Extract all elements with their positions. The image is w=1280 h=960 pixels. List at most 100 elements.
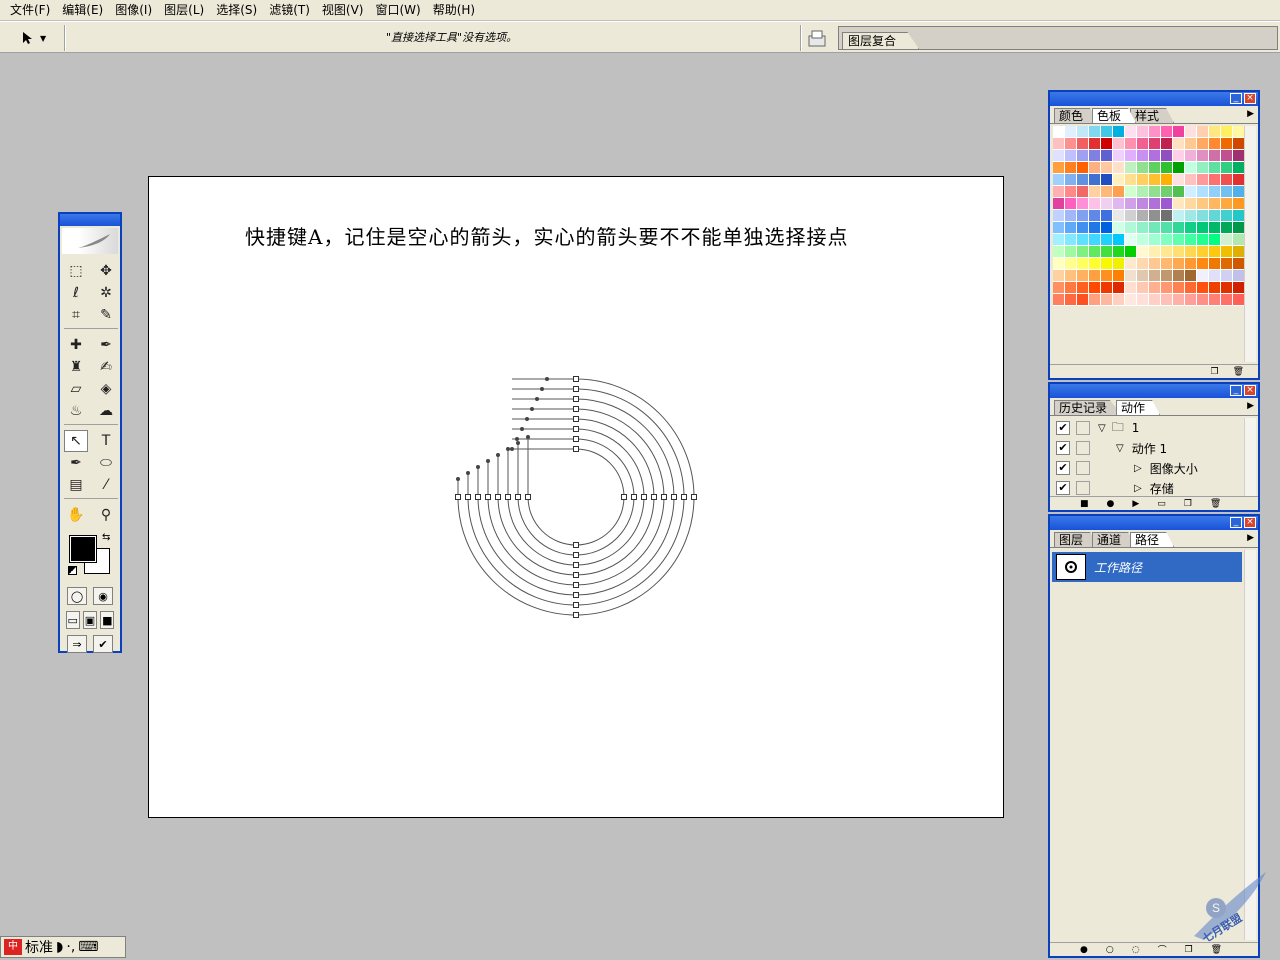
- color-swatch[interactable]: [1065, 126, 1077, 138]
- color-swatch[interactable]: [1149, 126, 1161, 138]
- color-swatch[interactable]: [1221, 258, 1233, 270]
- color-swatch[interactable]: [1089, 126, 1101, 138]
- screen-mode-full-menu-button[interactable]: ▣: [82, 611, 97, 629]
- color-swatch[interactable]: [1197, 198, 1209, 210]
- color-swatch[interactable]: [1065, 258, 1077, 270]
- palette-title-bar[interactable]: _ ×: [1050, 516, 1258, 530]
- color-swatch[interactable]: [1149, 282, 1161, 294]
- file-browser-icon[interactable]: [806, 28, 828, 48]
- color-swatch[interactable]: [1221, 198, 1233, 210]
- action-row[interactable]: ✔ ▽ 动作 1: [1050, 438, 1246, 458]
- color-swatch[interactable]: [1161, 210, 1173, 222]
- color-swatch[interactable]: [1173, 126, 1185, 138]
- color-swatch[interactable]: [1173, 138, 1185, 150]
- color-swatch[interactable]: [1077, 150, 1089, 162]
- color-swatch[interactable]: [1197, 258, 1209, 270]
- color-swatch[interactable]: [1185, 246, 1197, 258]
- make-work-path-icon[interactable]: ⌒: [1158, 943, 1167, 956]
- color-swatch[interactable]: [1125, 210, 1137, 222]
- ime-mode-label[interactable]: 标准: [25, 937, 53, 957]
- color-swatch[interactable]: [1137, 162, 1149, 174]
- color-swatch[interactable]: [1089, 282, 1101, 294]
- color-swatch[interactable]: [1149, 234, 1161, 246]
- color-swatch[interactable]: [1125, 162, 1137, 174]
- color-swatch[interactable]: [1077, 162, 1089, 174]
- color-swatch[interactable]: [1137, 198, 1149, 210]
- direction-point[interactable]: [515, 437, 519, 441]
- minimize-icon[interactable]: _: [1230, 385, 1242, 396]
- direct-select-icon[interactable]: ↖: [64, 430, 88, 452]
- color-swatch[interactable]: [1089, 150, 1101, 162]
- color-swatch[interactable]: [1077, 282, 1089, 294]
- tab-channels[interactable]: 通道: [1092, 532, 1137, 547]
- color-swatch[interactable]: [1089, 186, 1101, 198]
- color-swatch[interactable]: [1137, 210, 1149, 222]
- anchor-point[interactable]: [661, 494, 667, 500]
- color-swatch[interactable]: [1185, 282, 1197, 294]
- color-swatch[interactable]: [1161, 150, 1173, 162]
- direction-point[interactable]: [486, 459, 490, 463]
- color-swatch[interactable]: [1125, 222, 1137, 234]
- color-swatch[interactable]: [1053, 294, 1065, 306]
- color-swatch[interactable]: [1161, 138, 1173, 150]
- color-swatch[interactable]: [1173, 198, 1185, 210]
- disclosure-triangle-icon[interactable]: ▷: [1134, 483, 1142, 494]
- path-drawing[interactable]: [149, 177, 1005, 819]
- stop-icon[interactable]: ■: [1080, 499, 1089, 509]
- color-swatch[interactable]: [1113, 150, 1125, 162]
- play-icon[interactable]: ▶: [1132, 499, 1139, 509]
- trash-icon[interactable]: 🗑: [1210, 499, 1221, 509]
- color-swatch[interactable]: [1149, 150, 1161, 162]
- anchor-point[interactable]: [651, 494, 657, 500]
- slice-icon[interactable]: ✎: [94, 304, 118, 326]
- menu-item[interactable]: 视图(V): [316, 0, 370, 20]
- color-swatch[interactable]: [1173, 282, 1185, 294]
- color-swatch[interactable]: [1185, 294, 1197, 306]
- menu-item[interactable]: 编辑(E): [56, 0, 109, 20]
- color-swatch[interactable]: [1185, 138, 1197, 150]
- color-swatch[interactable]: [1065, 282, 1077, 294]
- color-swatch[interactable]: [1137, 234, 1149, 246]
- direction-point[interactable]: [535, 397, 539, 401]
- color-swatch[interactable]: [1209, 210, 1221, 222]
- anchor-point[interactable]: [573, 582, 579, 588]
- move-icon[interactable]: ✥: [94, 260, 118, 282]
- color-swatch[interactable]: [1065, 162, 1077, 174]
- color-swatch[interactable]: [1125, 234, 1137, 246]
- tab-layer-comps[interactable]: 图层复合: [842, 32, 920, 49]
- direction-point[interactable]: [530, 407, 534, 411]
- color-swatch[interactable]: [1089, 234, 1101, 246]
- screen-mode-full-button[interactable]: ■: [100, 611, 115, 629]
- brush-icon[interactable]: ✒: [94, 334, 118, 356]
- color-swatch[interactable]: [1209, 258, 1221, 270]
- color-swatch[interactable]: [1053, 162, 1065, 174]
- ime-logo-icon[interactable]: 中: [4, 939, 22, 955]
- color-swatch[interactable]: [1221, 234, 1233, 246]
- color-swatch[interactable]: [1149, 258, 1161, 270]
- minimize-icon[interactable]: _: [1230, 93, 1242, 104]
- color-swatch[interactable]: [1173, 150, 1185, 162]
- disclosure-triangle-icon[interactable]: ▽: [1116, 443, 1124, 454]
- anchor-point[interactable]: [525, 494, 531, 500]
- color-swatch[interactable]: [1149, 186, 1161, 198]
- anchor-point[interactable]: [671, 494, 677, 500]
- color-swatch[interactable]: [1161, 258, 1173, 270]
- close-icon[interactable]: ×: [1244, 517, 1256, 528]
- color-swatch[interactable]: [1221, 162, 1233, 174]
- anchor-point[interactable]: [573, 602, 579, 608]
- color-swatch[interactable]: [1209, 150, 1221, 162]
- magic-wand-icon[interactable]: ✲: [94, 282, 118, 304]
- toggle-dialog-checkbox[interactable]: [1076, 461, 1090, 475]
- direction-point[interactable]: [506, 447, 510, 451]
- color-swatch[interactable]: [1137, 258, 1149, 270]
- direction-point[interactable]: [516, 441, 520, 445]
- color-swatch[interactable]: [1053, 282, 1065, 294]
- action-row[interactable]: ✔ ▷ 图像大小: [1050, 458, 1246, 478]
- color-swatch[interactable]: [1053, 186, 1065, 198]
- color-swatch[interactable]: [1185, 234, 1197, 246]
- trash-icon[interactable]: 🗑: [1233, 367, 1244, 377]
- path-ring[interactable]: [527, 448, 625, 546]
- color-swatch[interactable]: [1077, 186, 1089, 198]
- anchor-point[interactable]: [573, 552, 579, 558]
- minimize-icon[interactable]: _: [1230, 517, 1242, 528]
